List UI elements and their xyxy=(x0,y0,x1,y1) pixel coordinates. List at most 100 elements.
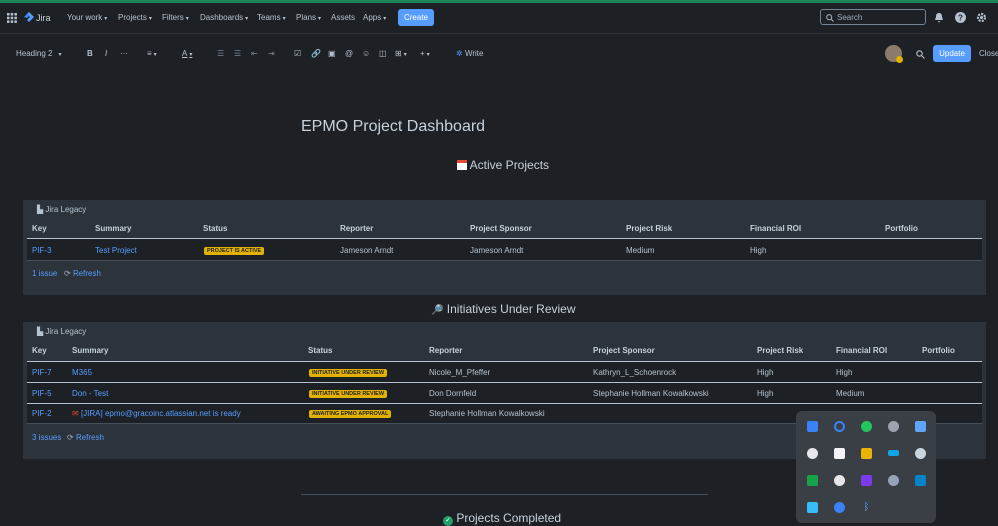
notifications-icon[interactable] xyxy=(934,13,944,23)
column-header[interactable]: Project Risk xyxy=(757,346,803,355)
chevron-down-icon: ▾ xyxy=(185,16,189,22)
tray-app-icon[interactable] xyxy=(834,421,845,432)
column-header[interactable]: Portfolio xyxy=(885,224,918,233)
chevron-down-icon: ▾ xyxy=(189,52,193,58)
bullet-list-button[interactable]: ☰ xyxy=(217,49,224,58)
create-button[interactable]: Create xyxy=(398,9,434,26)
tray-app-icon[interactable] xyxy=(834,502,845,513)
tray-app-icon[interactable] xyxy=(915,448,926,459)
column-header[interactable]: Project Sponsor xyxy=(470,224,532,233)
tray-app-icon[interactable] xyxy=(807,448,818,459)
column-header[interactable]: Project Risk xyxy=(626,224,672,233)
reporter-cell: Stephanie Hollman Kowalkowski xyxy=(429,409,545,418)
nav-filters[interactable]: Filters ▾ xyxy=(162,13,189,22)
search-placeholder: Search xyxy=(837,13,863,22)
divider xyxy=(301,494,708,495)
jira-logo-icon xyxy=(24,12,34,22)
refresh-button[interactable]: ⟳ Refresh xyxy=(64,269,101,278)
layout-icon[interactable]: ◫ xyxy=(379,49,387,58)
numbered-list-button[interactable]: ☰ xyxy=(234,49,241,58)
link-icon[interactable]: 🔗 xyxy=(311,49,321,58)
issue-summary-link[interactable]: M365 xyxy=(72,368,92,377)
nav-teams[interactable]: Teams ▾ xyxy=(257,13,286,22)
tray-app-icon[interactable] xyxy=(915,421,926,432)
roi-cell: Medium xyxy=(836,389,865,398)
tray-app-icon[interactable] xyxy=(807,475,818,486)
tray-app-icon[interactable] xyxy=(834,475,845,486)
more-formatting-button[interactable]: ··· xyxy=(120,49,128,58)
nav-dashboards[interactable]: Dashboards ▾ xyxy=(200,13,248,22)
action-item-icon[interactable]: ☑ xyxy=(294,49,301,58)
text-style-dropdown[interactable]: Heading 2 ▾ xyxy=(16,49,62,58)
column-header[interactable]: Status xyxy=(308,346,332,355)
text-color-button[interactable]: A ▾ xyxy=(182,49,192,58)
close-button[interactable]: Close xyxy=(979,49,998,58)
tray-app-icon[interactable] xyxy=(888,450,899,456)
update-button[interactable]: Update xyxy=(933,45,971,62)
issue-key-link[interactable]: PIF-3 xyxy=(32,246,52,255)
issue-count-link[interactable]: 1 issue xyxy=(32,269,57,278)
issue-summary-link[interactable]: Test Project xyxy=(95,246,137,255)
nav-apps[interactable]: Apps ▾ xyxy=(363,13,386,22)
tray-app-icon[interactable] xyxy=(807,421,818,432)
italic-button[interactable]: I xyxy=(105,49,107,58)
refresh-button[interactable]: ⟳ Refresh xyxy=(67,433,104,442)
find-icon[interactable] xyxy=(916,50,925,59)
column-header[interactable]: Portfolio xyxy=(922,346,955,355)
emoji-icon[interactable]: ☺ xyxy=(362,49,370,58)
issue-count-link[interactable]: 3 issues xyxy=(32,433,61,442)
issue-key-link[interactable]: PIF-7 xyxy=(32,368,52,377)
issue-key-link[interactable]: PIF-5 xyxy=(32,389,52,398)
bluetooth-icon[interactable]: ᛒ xyxy=(861,502,872,513)
issue-summary-link[interactable]: Don - Test xyxy=(72,389,108,398)
tray-app-icon[interactable] xyxy=(888,421,899,432)
app-switcher-icon[interactable] xyxy=(7,13,17,23)
alignment-button[interactable]: ≡ ▾ xyxy=(147,49,157,58)
jira-logo-text[interactable]: Jira xyxy=(36,13,51,23)
nav-plans[interactable]: Plans ▾ xyxy=(296,13,321,22)
column-header[interactable]: Key xyxy=(32,224,47,233)
reporter-cell: Nicole_M_Pfeffer xyxy=(429,368,491,377)
bold-button[interactable]: B xyxy=(87,49,93,58)
indent-button[interactable]: ⇥ xyxy=(268,49,275,58)
table-icon[interactable]: ⊞ ▾ xyxy=(395,49,407,58)
tray-app-icon[interactable] xyxy=(834,448,845,459)
divider xyxy=(27,238,982,239)
search-input[interactable]: Search xyxy=(820,9,926,25)
chevron-down-icon: ▾ xyxy=(245,16,249,22)
issue-summary-link[interactable]: ✉ [JIRA] epmo@gracoinc.atlassian.net is … xyxy=(72,409,241,418)
nav-assets[interactable]: Assets xyxy=(331,13,355,22)
nav-your-work[interactable]: Your work ▾ xyxy=(67,13,107,22)
tray-app-icon[interactable] xyxy=(807,502,818,513)
tray-app-icon[interactable] xyxy=(861,421,872,432)
svg-text:?: ? xyxy=(958,13,963,22)
avatar-badge xyxy=(896,56,903,63)
sponsor-cell: Stephanie Hollman Kowalkowski xyxy=(593,389,709,398)
image-icon[interactable]: ▣ xyxy=(328,49,336,58)
jira-macro-icon: ▙ xyxy=(37,205,44,214)
column-header[interactable]: Reporter xyxy=(429,346,462,355)
tray-app-icon[interactable] xyxy=(888,475,899,486)
column-header[interactable]: Summary xyxy=(72,346,108,355)
column-header[interactable]: Financial ROI xyxy=(750,224,801,233)
column-header[interactable]: Status xyxy=(203,224,227,233)
tray-app-icon[interactable] xyxy=(861,448,872,459)
nav-projects[interactable]: Projects ▾ xyxy=(118,13,152,22)
column-header[interactable]: Reporter xyxy=(340,224,373,233)
mention-icon[interactable]: @ xyxy=(345,49,353,58)
column-header[interactable]: Summary xyxy=(95,224,131,233)
issue-key-link[interactable]: PIF-2 xyxy=(32,409,52,418)
tray-app-icon[interactable] xyxy=(915,475,926,486)
risk-cell: High xyxy=(757,389,774,398)
help-icon[interactable]: ? xyxy=(955,12,966,23)
column-header[interactable]: Financial ROI xyxy=(836,346,887,355)
ai-write-button[interactable]: ✲ Write xyxy=(456,49,483,58)
sparkle-icon: ✲ xyxy=(456,49,463,58)
column-header[interactable]: Project Sponsor xyxy=(593,346,655,355)
tray-app-icon[interactable] xyxy=(861,475,872,486)
column-header[interactable]: Key xyxy=(32,346,47,355)
insert-plus-icon[interactable]: + ▾ xyxy=(420,49,430,58)
settings-gear-icon[interactable] xyxy=(976,12,987,23)
status-badge: AWAITING EPMO APPROVAL xyxy=(309,410,392,418)
outdent-button[interactable]: ⇤ xyxy=(251,49,258,58)
